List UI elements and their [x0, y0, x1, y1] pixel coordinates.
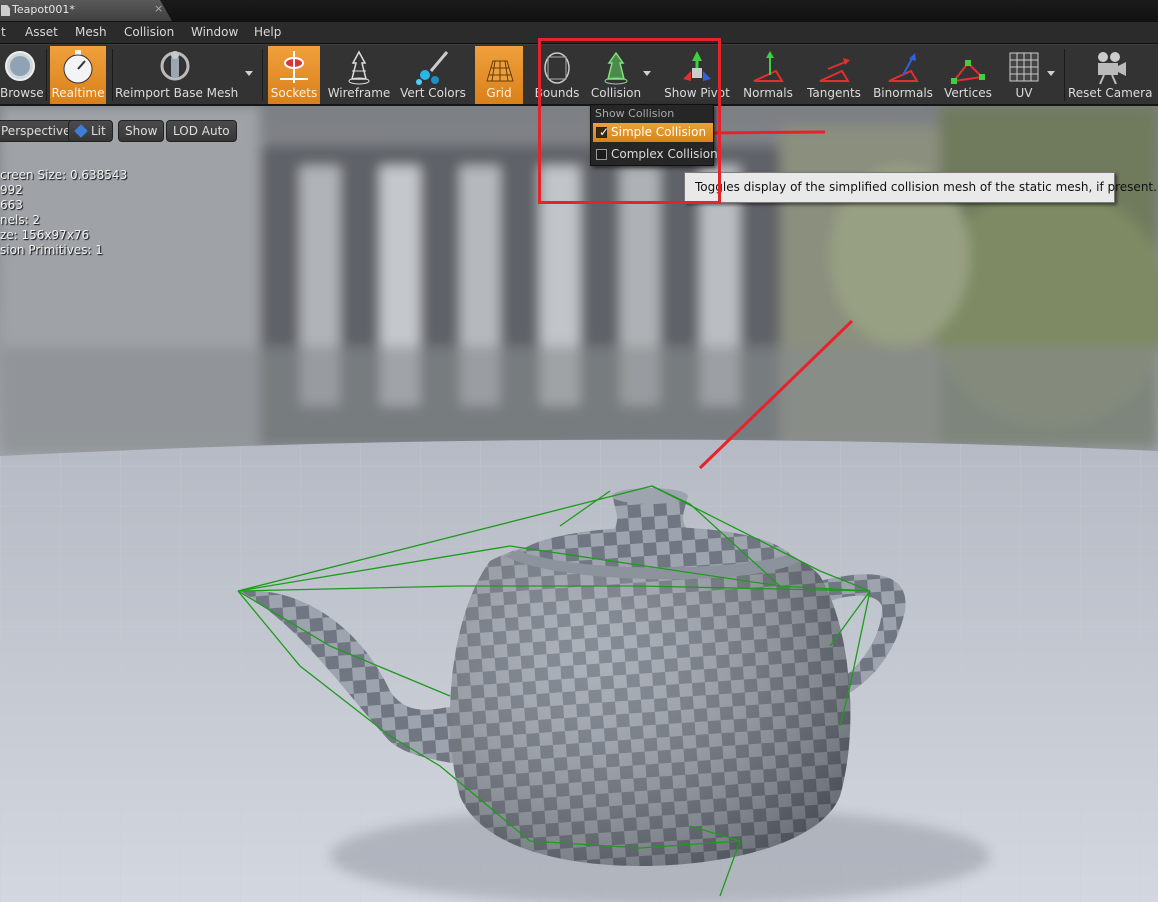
- reimport-dropdown-icon[interactable]: [245, 71, 253, 76]
- vertices-label: Vertices: [944, 86, 992, 100]
- browse-label: Browse: [0, 86, 44, 100]
- bounds-label: Bounds: [534, 86, 580, 100]
- tangents-label: Tangents: [807, 86, 861, 100]
- collision-label: Collision: [590, 86, 642, 100]
- show-collision-header: Show Collision: [595, 107, 675, 120]
- mesh-viewport[interactable]: Perspective Lit Show LOD Auto creen Size…: [0, 106, 1158, 902]
- perspective-button[interactable]: Perspective: [0, 120, 78, 142]
- normals-label: Normals: [743, 86, 793, 100]
- static-mesh-icon: [1, 5, 10, 16]
- uv-grid-icon: [1009, 52, 1039, 82]
- document-tab-bar: Teapot001* ×: [0, 0, 1158, 22]
- sockets-label: Sockets: [270, 86, 318, 100]
- reimport-icon: [160, 51, 190, 81]
- simple-collision-tooltip: Toggles display of the simplified collis…: [684, 172, 1157, 203]
- bounds-icon: [544, 52, 570, 84]
- menu-asset[interactable]: Asset: [25, 25, 58, 39]
- browse-button[interactable]: Browse: [0, 46, 44, 104]
- lit-label: Lit: [91, 124, 106, 138]
- grid-label: Grid: [486, 86, 512, 100]
- reimport-label: Reimport Base Mesh: [115, 86, 239, 100]
- reimport-base-mesh-button[interactable]: Reimport Base Mesh: [115, 46, 239, 104]
- binormals-label: Binormals: [873, 86, 933, 100]
- vert-colors-label: Vert Colors: [400, 86, 466, 100]
- paint-brush-icon: [416, 51, 449, 85]
- normals-icon: [753, 51, 784, 82]
- lit-button[interactable]: Lit: [68, 120, 113, 142]
- wireframe-label: Wireframe: [327, 86, 391, 100]
- pivot-gizmo-icon: [683, 51, 711, 81]
- uv-dropdown-icon[interactable]: [1047, 71, 1055, 76]
- normals-button[interactable]: Normals: [740, 46, 796, 104]
- tangents-button[interactable]: Tangents: [804, 46, 864, 104]
- stat-uv-channels: nels: 2: [0, 213, 41, 227]
- show-pivot-label: Show Pivot: [664, 86, 730, 100]
- stat-vertices: 663: [0, 198, 23, 212]
- viewport-scene: [0, 106, 1158, 902]
- stat-approx-size: ze: 156x97x76: [0, 228, 90, 242]
- stopwatch-icon: [63, 50, 93, 84]
- sockets-button[interactable]: Sockets: [268, 46, 320, 104]
- tab-close-icon[interactable]: ×: [154, 2, 163, 15]
- complex-collision-label: Complex Collision: [611, 147, 718, 161]
- reset-camera-label: Reset Camera: [1068, 86, 1153, 100]
- tangents-icon: [819, 58, 850, 82]
- socket-icon: [280, 51, 308, 83]
- vertices-icon: [951, 60, 985, 84]
- lit-sphere-icon: [74, 124, 88, 138]
- menu-help[interactable]: Help: [254, 25, 281, 39]
- show-pivot-button[interactable]: Show Pivot: [664, 46, 730, 104]
- binormals-icon: [888, 53, 919, 82]
- stat-screen-size: creen Size: 0.638543: [0, 168, 128, 182]
- stat-collision-primitives: sion Primitives: 1: [0, 243, 103, 257]
- uv-label: UV: [1015, 86, 1033, 100]
- menu-window[interactable]: Window: [191, 25, 238, 39]
- collision-pawn-icon: [604, 51, 628, 85]
- show-collision-menu: Show Collision ✓ Simple Collision Comple…: [590, 104, 718, 166]
- show-button[interactable]: Show: [118, 120, 165, 142]
- collision-dropdown-icon[interactable]: [643, 71, 651, 76]
- menu-bar: t Asset Mesh Collision Window Help: [0, 22, 1158, 44]
- collision-button[interactable]: Collision: [588, 46, 644, 104]
- toolbar: Browse Realtime Reimport Base Mesh Socke…: [0, 44, 1158, 106]
- binormals-button[interactable]: Binormals: [870, 46, 936, 104]
- menu-file[interactable]: t: [1, 25, 6, 39]
- wireframe-button[interactable]: Wireframe: [327, 46, 391, 104]
- vert-colors-button[interactable]: Vert Colors: [398, 46, 468, 104]
- tab-title: Teapot001*: [12, 3, 75, 16]
- menu-mesh[interactable]: Mesh: [75, 25, 107, 39]
- complex-collision-checkbox[interactable]: [596, 149, 607, 160]
- checkmark-icon: ✓: [599, 125, 610, 139]
- grid-icon: [486, 60, 514, 82]
- realtime-button[interactable]: Realtime: [50, 46, 106, 104]
- mesh-stats-overlay: creen Size: 0.638543 992 663 nels: 2 ze:…: [0, 168, 127, 258]
- lod-auto-button[interactable]: LOD Auto: [166, 120, 237, 142]
- camera-icon: [1098, 52, 1126, 85]
- reset-camera-button[interactable]: Reset Camera: [1068, 46, 1152, 104]
- document-tab[interactable]: Teapot001* ×: [0, 0, 172, 21]
- magnifier-icon: [5, 51, 35, 81]
- uv-button[interactable]: UV: [1002, 46, 1046, 104]
- realtime-label: Realtime: [51, 86, 105, 100]
- simple-collision-label: Simple Collision: [611, 125, 707, 139]
- annotation-arrow-horizontal: [711, 130, 826, 135]
- grid-button[interactable]: Grid: [475, 46, 523, 104]
- vertices-button[interactable]: Vertices: [940, 46, 996, 104]
- wireframe-pawn-icon: [348, 50, 370, 85]
- simple-collision-item[interactable]: ✓ Simple Collision: [593, 123, 713, 142]
- complex-collision-item[interactable]: Complex Collision: [593, 145, 718, 164]
- stat-triangles: 992: [0, 183, 23, 197]
- simple-collision-checkbox[interactable]: ✓: [596, 125, 610, 139]
- menu-collision[interactable]: Collision: [124, 25, 174, 39]
- bounds-button[interactable]: Bounds: [530, 46, 584, 104]
